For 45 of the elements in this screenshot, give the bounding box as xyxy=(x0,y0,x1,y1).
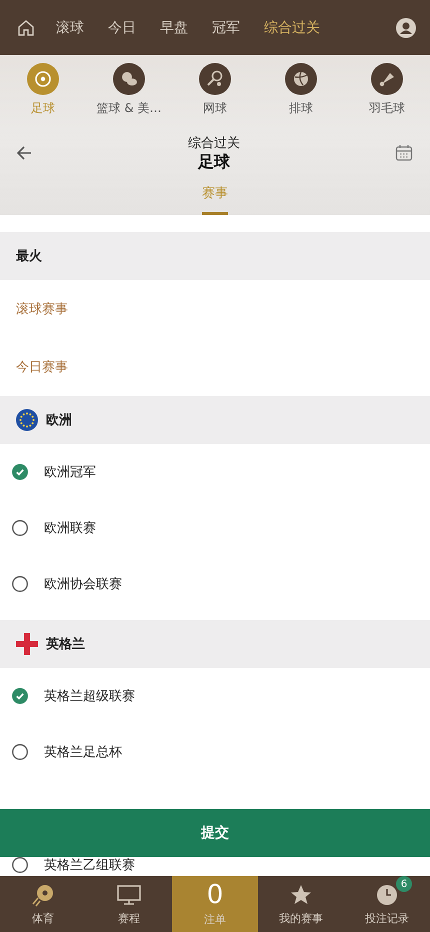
nav-tab[interactable]: 早盘 xyxy=(160,18,188,36)
bottom-nav-item[interactable]: 6 投注记录 xyxy=(344,876,430,932)
bottom-nav-item[interactable]: 赛程 xyxy=(86,876,172,932)
sport-tab[interactable]: 网球 xyxy=(172,63,258,117)
hot-link[interactable]: 滚球赛事 xyxy=(16,300,68,318)
tennis-icon xyxy=(199,63,231,95)
badge: 6 xyxy=(396,876,412,892)
header-title: 足球 xyxy=(198,152,230,173)
bet-count: 0 xyxy=(206,881,224,909)
user-icon[interactable] xyxy=(396,18,416,38)
league-checkbox[interactable] xyxy=(12,688,28,704)
nav-tab[interactable]: 冠军 xyxy=(212,18,240,36)
region-title: 英格兰 xyxy=(46,636,85,653)
header-subtitle: 综合过关 xyxy=(188,134,240,152)
bottom-nav-item[interactable]: 我的赛事 xyxy=(258,876,344,932)
region-title: 欧洲 xyxy=(46,412,72,429)
league-name: 欧洲冠军 xyxy=(44,464,96,481)
monitor-icon xyxy=(116,882,142,908)
cross-icon xyxy=(16,633,38,655)
bottom-nav-item[interactable]: 0 注单 xyxy=(172,876,258,932)
home-icon[interactable] xyxy=(16,18,36,38)
volleyball-icon xyxy=(285,63,317,95)
sport-tab[interactable]: 排球 xyxy=(258,63,344,117)
league-name: 英格兰超级联赛 xyxy=(44,688,135,705)
league-name: 英格兰乙组联赛 xyxy=(44,857,135,874)
nav-tab[interactable]: 滚球 xyxy=(56,18,84,36)
sport-tab[interactable]: 篮球 & 美… xyxy=(86,63,172,117)
league-checkbox[interactable] xyxy=(12,744,28,760)
sport-tab[interactable]: 羽毛球 xyxy=(344,63,430,117)
bottom-nav-item[interactable]: 体育 xyxy=(0,876,86,932)
nav-tab[interactable]: 今日 xyxy=(108,18,136,36)
calendar-icon[interactable] xyxy=(394,143,414,164)
submit-button[interactable]: 提交 xyxy=(0,809,430,857)
league-checkbox[interactable] xyxy=(12,520,28,536)
hot-link[interactable]: 今日赛事 xyxy=(16,358,68,376)
league-name: 欧洲协会联赛 xyxy=(44,576,122,593)
league-checkbox[interactable] xyxy=(12,857,28,873)
league-name: 英格兰足总杯 xyxy=(44,744,122,761)
nav-tab[interactable]: 综合过关 xyxy=(264,18,320,36)
section-title: 最火 xyxy=(16,248,42,265)
clock-icon xyxy=(374,882,400,908)
league-name: 欧洲联赛 xyxy=(44,520,96,537)
flag-icon xyxy=(16,409,38,431)
league-checkbox[interactable] xyxy=(12,464,28,480)
league-checkbox[interactable] xyxy=(12,576,28,592)
